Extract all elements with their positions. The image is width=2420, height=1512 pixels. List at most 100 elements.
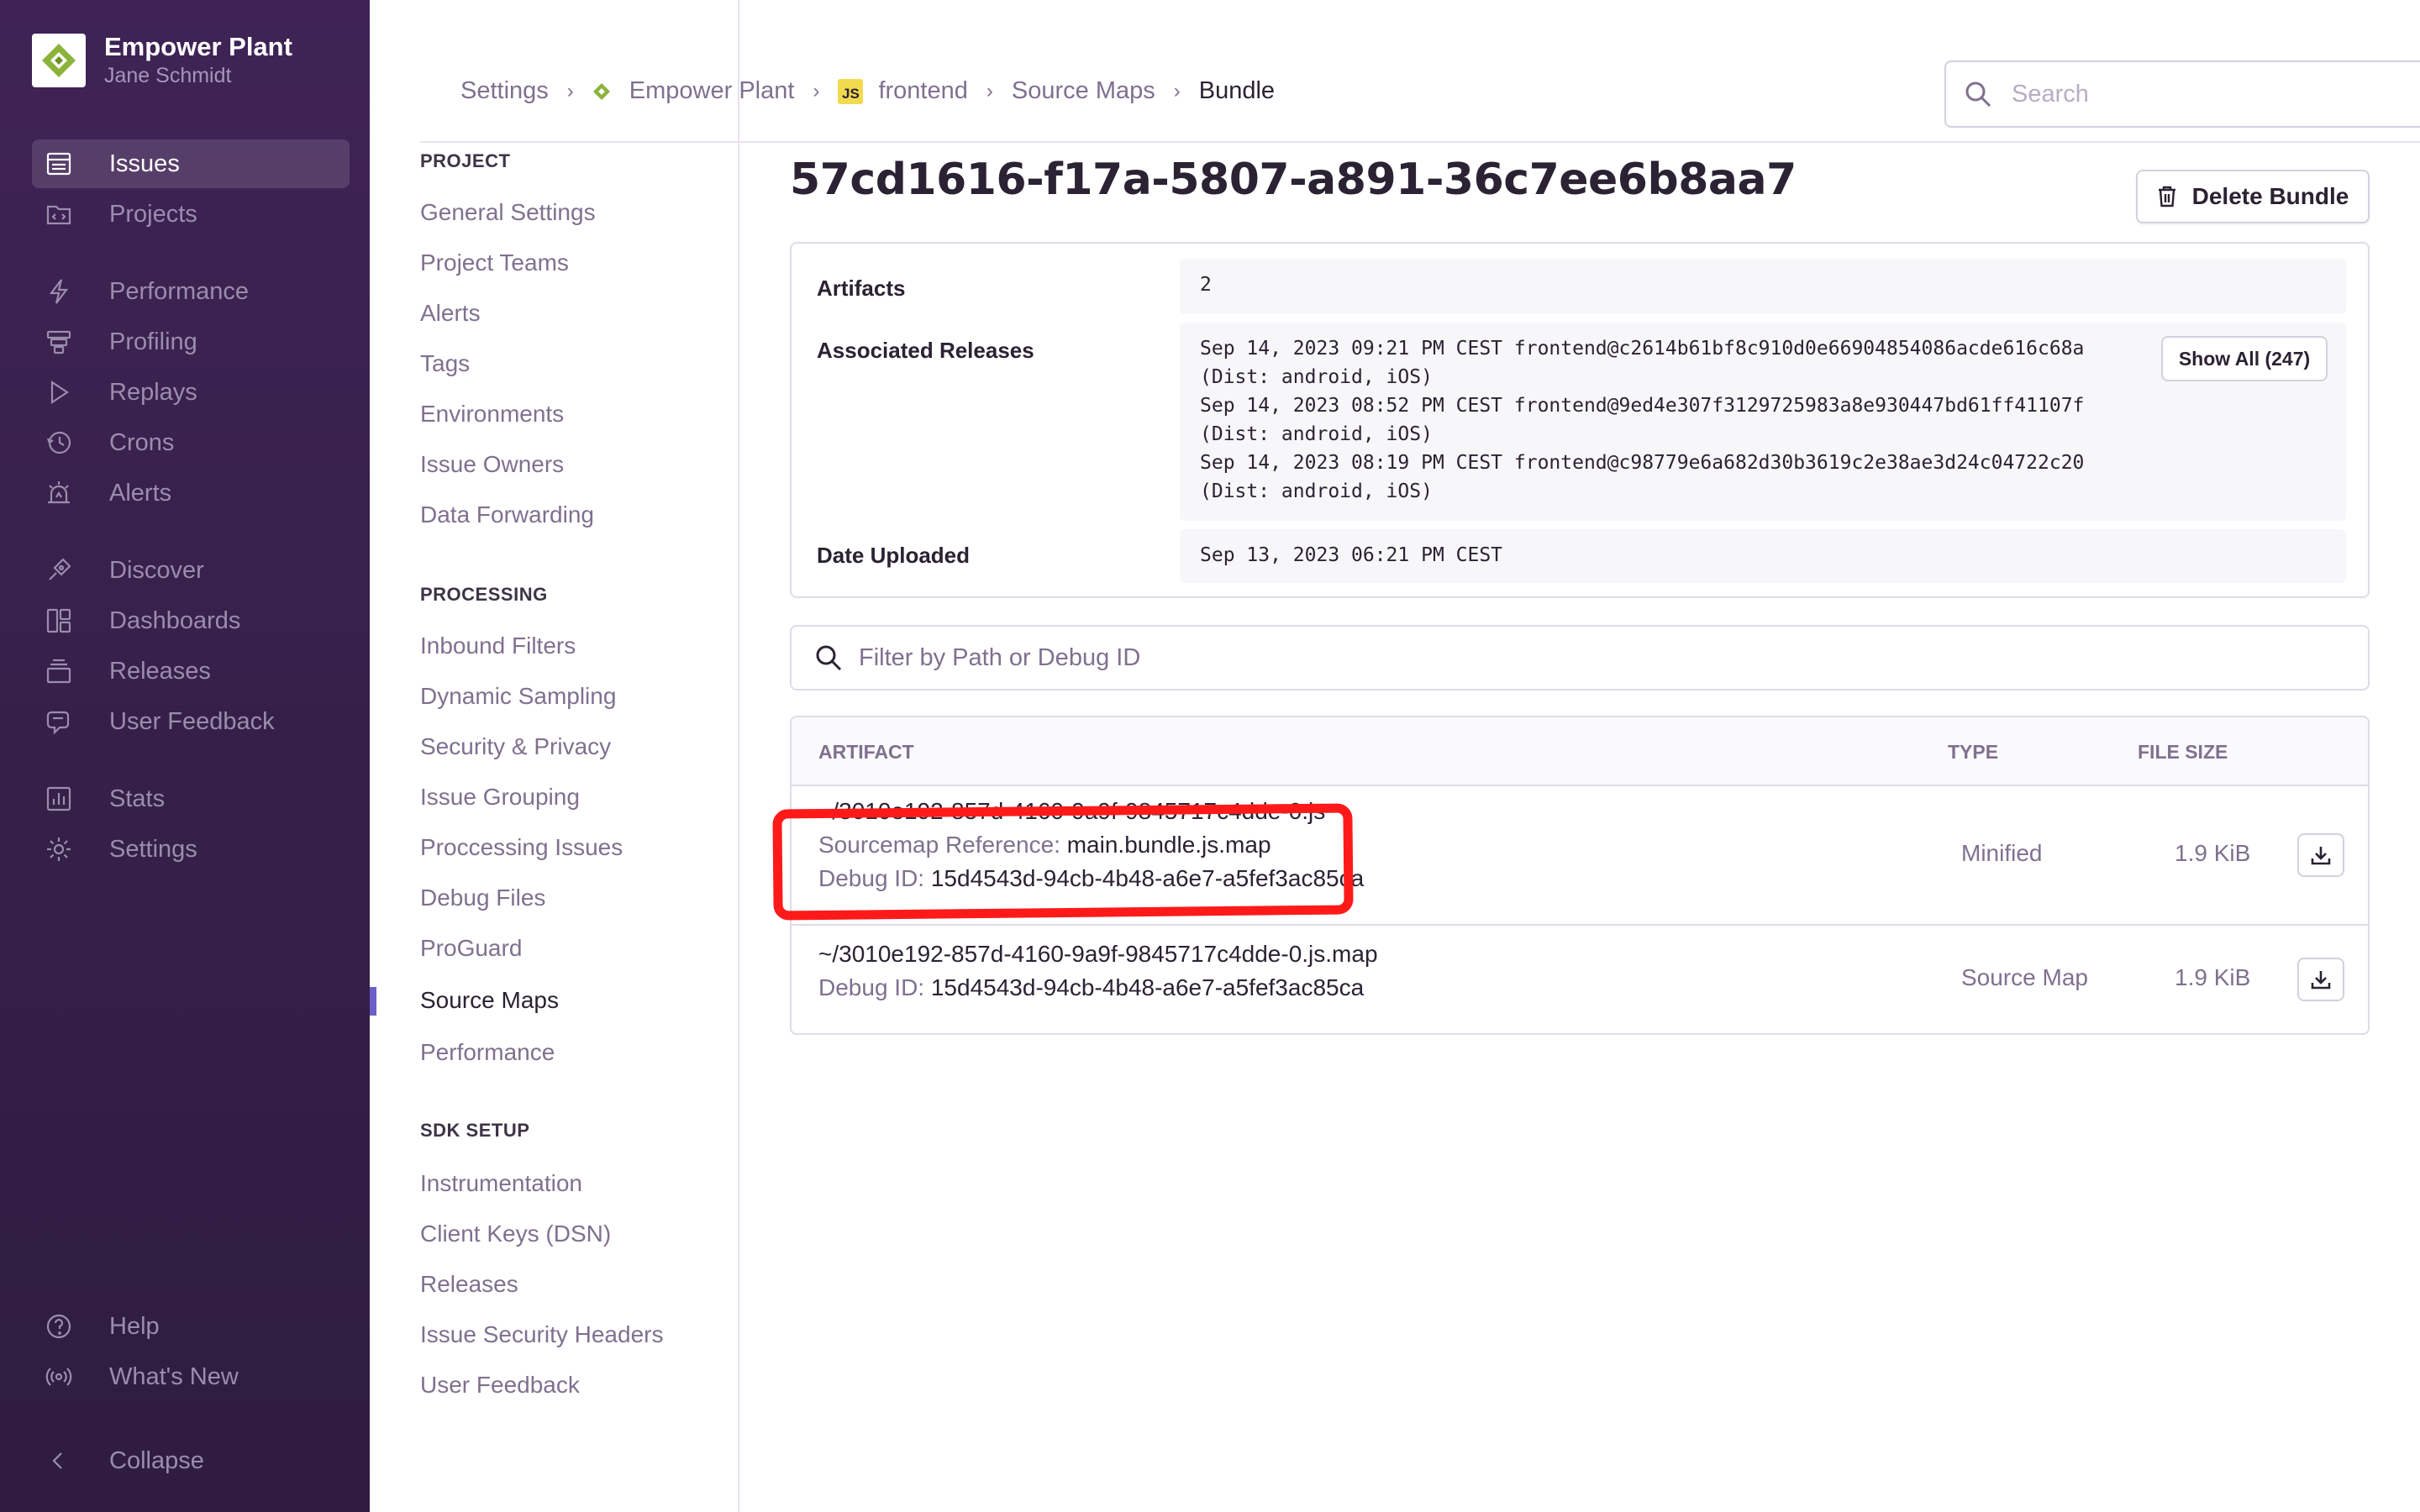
sidebar-item-label: User Feedback	[109, 707, 275, 735]
breadcrumb-project[interactable]: JS frontend	[838, 77, 968, 105]
debug-id: Debug ID: 15d4543d-94cb-4b48-a6e7-a5fef3…	[818, 974, 1364, 1001]
filter-input[interactable]	[859, 643, 2287, 672]
artifact-size: 1.9 KiB	[2175, 840, 2251, 866]
stats-icon	[32, 785, 81, 813]
sidebar: Empower Plant Jane Schmidt Issues Projec…	[0, 0, 370, 1512]
settings-nav-inbound-filters[interactable]: Inbound Filters	[420, 633, 576, 659]
artifact-size: 1.9 KiB	[2175, 964, 2251, 990]
sidebar-item-replays[interactable]: Replays	[32, 368, 350, 417]
sidebar-item-label: Help	[109, 1312, 160, 1340]
sidebar-item-settings[interactable]: Settings	[32, 825, 350, 874]
sidebar-item-discover[interactable]: Discover	[32, 546, 350, 595]
settings-nav-issue-owners[interactable]: Issue Owners	[420, 451, 564, 478]
chevron-right-icon: ›	[813, 79, 820, 102]
breadcrumb-org[interactable]: Empower Plant	[592, 77, 794, 105]
sidebar-item-label: Settings	[109, 835, 197, 863]
settings-nav-proguard[interactable]: ProGuard	[420, 935, 522, 962]
date-uploaded-label: Date Uploaded	[817, 543, 971, 568]
bundle-details-panel: Artifacts 2 Associated Releases Sep 14, …	[790, 242, 2370, 598]
settings-nav-tags[interactable]: Tags	[420, 350, 470, 377]
org-name: Empower Plant	[104, 32, 292, 61]
debug-id-value: 15d4543d-94cb-4b48-a6e7-a5fef3ac85ca	[930, 865, 1365, 891]
debug-id-value: 15d4543d-94cb-4b48-a6e7-a5fef3ac85ca	[930, 974, 1365, 1000]
artifact-type: Minified	[1961, 840, 2043, 866]
show-all-releases-button[interactable]: Show All (247)	[2161, 336, 2328, 381]
settings-nav-client-keys[interactable]: Client Keys (DSN)	[420, 1221, 611, 1247]
settings-nav-security-privacy[interactable]: Security & Privacy	[420, 733, 611, 760]
sourcemap-reference-label: Sourcemap Reference:	[818, 832, 1060, 858]
settings-nav-general-settings[interactable]: General Settings	[420, 199, 596, 226]
settings-icon	[32, 835, 81, 864]
settings-nav-project-teams[interactable]: Project Teams	[420, 249, 569, 276]
settings-nav-issue-grouping[interactable]: Issue Grouping	[420, 784, 580, 811]
settings-nav-source-maps[interactable]: Source Maps	[420, 987, 559, 1014]
settings-nav-performance[interactable]: Performance	[420, 1039, 555, 1066]
sidebar-item-label: Alerts	[109, 479, 172, 507]
settings-nav-processing-issues[interactable]: Proccessing Issues	[420, 834, 623, 861]
sidebar-item-performance[interactable]: Performance	[32, 267, 350, 316]
download-button[interactable]	[2297, 958, 2344, 1001]
column-header-file-size: FILE SIZE	[2138, 741, 2228, 763]
sidebar-item-help[interactable]: Help	[32, 1302, 350, 1351]
debug-id: Debug ID: 15d4543d-94cb-4b48-a6e7-a5fef3…	[818, 865, 1364, 892]
release-line[interactable]: Sep 14, 2023 08:52 PM CEST frontend@9ed4…	[1200, 391, 2326, 420]
crons-icon	[32, 428, 81, 457]
column-header-type: TYPE	[1948, 741, 1999, 763]
sidebar-item-stats[interactable]: Stats	[32, 774, 350, 823]
settings-nav-environments[interactable]: Environments	[420, 401, 564, 428]
settings-nav-instrumentation[interactable]: Instrumentation	[420, 1170, 582, 1197]
sidebar-collapse-button[interactable]: Collapse	[32, 1436, 350, 1485]
release-dist: (Dist: android, iOS)	[1200, 480, 1433, 502]
replays-icon	[32, 378, 81, 407]
date-uploaded-value: Sep 13, 2023 06:21 PM CEST	[1180, 529, 2346, 583]
breadcrumb-label: Source Maps	[1011, 77, 1155, 104]
performance-icon	[32, 277, 81, 306]
sidebar-item-profiling[interactable]: Profiling	[32, 318, 350, 366]
page-title: 57cd1616-f17a-5807-a891-36c7ee6b8aa7	[790, 155, 1797, 205]
release-line[interactable]: Sep 14, 2023 09:21 PM CEST frontend@c261…	[1200, 334, 2326, 363]
breadcrumb-settings[interactable]: Settings	[460, 77, 549, 105]
sidebar-item-user-feedback[interactable]: User Feedback	[32, 697, 350, 746]
sidebar-item-crons[interactable]: Crons	[32, 418, 350, 467]
sidebar-item-dashboards[interactable]: Dashboards	[32, 596, 350, 645]
table-header: ARTIFACT TYPE FILE SIZE	[792, 717, 2368, 786]
settings-nav-issue-security-headers[interactable]: Issue Security Headers	[420, 1321, 663, 1348]
org-user: Jane Schmidt	[104, 64, 232, 87]
sidebar-item-label: Replays	[109, 378, 197, 406]
settings-nav-data-forwarding[interactable]: Data Forwarding	[420, 501, 594, 528]
settings-nav-dynamic-sampling[interactable]: Dynamic Sampling	[420, 683, 616, 710]
artifact-path: ~/3010e192-857d-4160-9a9f-9845717c4dde-0…	[818, 941, 1378, 967]
settings-nav-alerts[interactable]: Alerts	[420, 300, 481, 327]
release-line[interactable]: Sep 14, 2023 08:19 PM CEST frontend@c987…	[1200, 449, 2326, 477]
sidebar-item-projects[interactable]: Projects	[32, 190, 350, 239]
sidebar-item-alerts[interactable]: Alerts	[32, 469, 350, 517]
sidebar-item-releases[interactable]: Releases	[32, 647, 350, 696]
sidebar-item-label: Releases	[109, 657, 211, 685]
sidebar-item-issues[interactable]: Issues	[32, 139, 350, 188]
breadcrumb-source-maps[interactable]: Source Maps	[1012, 77, 1155, 105]
artifacts-table: ARTIFACT TYPE FILE SIZE ~/3010e192-857d-…	[790, 716, 2370, 1035]
projects-icon	[32, 200, 81, 228]
delete-bundle-button[interactable]: Delete Bundle	[2136, 170, 2370, 223]
page-header: Settings › Empower Plant › JS frontend ›…	[420, 42, 2420, 143]
artifacts-value: 2	[1180, 259, 2346, 314]
sidebar-item-label: Discover	[109, 556, 204, 584]
alerts-icon	[32, 479, 81, 507]
settings-nav-releases[interactable]: Releases	[420, 1271, 518, 1298]
sourcemap-reference-value: main.bundle.js.map	[1066, 832, 1271, 858]
download-button[interactable]	[2297, 833, 2344, 877]
breadcrumb: Settings › Empower Plant › JS frontend ›…	[460, 77, 1275, 105]
chevron-right-icon: ›	[1173, 79, 1181, 102]
search-input[interactable]	[2012, 80, 2348, 108]
chevron-right-icon: ›	[566, 79, 574, 102]
settings-group-project: PROJECT	[420, 150, 511, 171]
artifact-filter[interactable]	[790, 625, 2370, 690]
sidebar-item-label: Collapse	[109, 1446, 204, 1474]
artifact-type: Source Map	[1961, 964, 2088, 990]
settings-nav-debug-files[interactable]: Debug Files	[420, 885, 545, 911]
sidebar-item-whats-new[interactable]: What's New	[32, 1352, 350, 1401]
javascript-icon: JS	[838, 78, 864, 104]
org-switcher[interactable]: Empower Plant Jane Schmidt	[32, 32, 292, 89]
search-box[interactable]	[1944, 60, 2420, 128]
settings-nav-user-feedback[interactable]: User Feedback	[420, 1372, 580, 1399]
